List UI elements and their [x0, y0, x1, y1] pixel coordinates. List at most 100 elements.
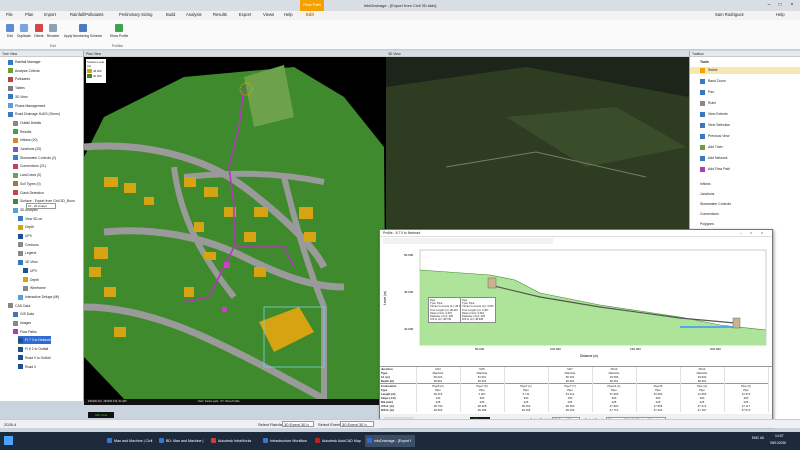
rename-button[interactable]: Rename [45, 24, 61, 41]
maximize-icon[interactable]: □ [776, 2, 784, 8]
toolbox-section[interactable]: Inflows [690, 181, 800, 188]
toolbox-section[interactable]: Stormwater Controls [690, 201, 800, 208]
menu-rainfall[interactable]: Rainfall/Pollutants [70, 12, 104, 17]
tool-previous-view[interactable]: Previous View [690, 133, 800, 140]
tree-item[interactable]: Images [13, 319, 31, 327]
manhole-icon[interactable] [222, 307, 227, 312]
close-icon[interactable]: × [788, 2, 796, 8]
tool-band-zoom[interactable]: Band Zoom [690, 78, 800, 85]
minimize-icon[interactable]: – [740, 230, 742, 237]
tree-item[interactable]: Flow Paths [13, 328, 37, 336]
tools-section[interactable]: Tools [690, 59, 800, 66]
taskbar-item[interactable]: BD: Man and Machine | [157, 435, 207, 447]
apply-numbering-button[interactable]: Apply Numbering Scheme [60, 24, 106, 41]
tree-item[interactable]: Clash Detection [13, 189, 44, 197]
tool-add-train[interactable]: Add Train [690, 144, 800, 151]
tree-item[interactable]: Depth [23, 276, 39, 284]
tree-item[interactable]: 3D View [18, 258, 38, 266]
tree-item[interactable]: Analysis Criteria [8, 67, 40, 75]
tree-item[interactable]: Outfall Details [13, 119, 41, 127]
tool-ruler[interactable]: Ruler [690, 100, 800, 107]
tool-add-network[interactable]: Add Network [690, 155, 800, 162]
view3d-pane[interactable]: 3D View [386, 51, 689, 231]
tree-item[interactable]: Stormwater Controls (2) [13, 154, 56, 162]
tree-item[interactable]: GIS Data [13, 310, 34, 318]
manhole-icon[interactable] [224, 262, 230, 268]
tool-pan[interactable]: Pan [690, 89, 800, 96]
menu-preliminary-sizing[interactable]: Preliminary Sizing [119, 12, 153, 17]
tool-select[interactable]: Select [690, 67, 800, 74]
table-cell[interactable]: 47.423 [636, 408, 681, 412]
tree-item[interactable]: UPV [23, 267, 37, 275]
plan-view-pane[interactable]: Plan View Surface Level (m) 48.000 40.00… [84, 51, 386, 405]
menu-edit[interactable]: Edit [306, 12, 314, 17]
tool-view-extents[interactable]: View Extents [690, 111, 800, 118]
profile-window[interactable]: Profile - 8.7 0 to Network – □ × Level (… [379, 229, 773, 426]
menu-export[interactable]: Export [239, 12, 251, 17]
tree-item[interactable]: Land Uses (0) [13, 171, 41, 179]
toolbox-section[interactable]: Connections [690, 211, 800, 218]
view3d-analysis-select[interactable]: 10 - 20 Analys [26, 203, 56, 209]
tree-item[interactable]: Phase Management [8, 102, 45, 110]
tree-item[interactable]: Junctions (20) [13, 145, 41, 153]
tree-item[interactable]: CAD Data [8, 302, 30, 310]
menu-build[interactable]: Build [166, 12, 175, 17]
tree-item[interactable]: Road 0 to Outfall [18, 354, 50, 362]
tree-item[interactable]: 3D View [8, 93, 28, 101]
view3d-scene[interactable] [386, 57, 689, 231]
table-cell[interactable]: 47.073 [724, 408, 769, 412]
tool-view-selection[interactable]: View Selection [690, 122, 800, 129]
menu-file[interactable]: File [6, 12, 13, 17]
profile-toolbar[interactable] [383, 238, 553, 244]
table-cell[interactable]: 48.100 [548, 408, 593, 412]
toolbox-section[interactable]: Junctions [690, 191, 800, 198]
tree-item[interactable]: Connections (21) [13, 162, 46, 170]
context-tab-flow-path[interactable]: Flow Path [300, 0, 324, 11]
tree-item[interactable]: Wireframe [23, 284, 46, 292]
tree-item[interactable]: Results [13, 128, 31, 136]
menu-import[interactable]: Import [44, 12, 56, 17]
table-cell[interactable]: 47.197 [680, 408, 725, 412]
tree-item[interactable]: Soil Types (0) [13, 180, 41, 188]
menu-help[interactable]: Help [284, 12, 293, 17]
table-cell[interactable]: 47.712 [592, 408, 637, 412]
help-link[interactable]: Help [776, 12, 785, 17]
rainfall-select[interactable]: 30 Event 30 h [282, 421, 314, 427]
tree-item[interactable]: Legend [18, 249, 36, 257]
show-profile-button[interactable]: Show Profile [108, 24, 130, 41]
close-icon[interactable]: × [761, 230, 763, 237]
menu-analysis[interactable]: Analysis [186, 12, 202, 17]
tree-item[interactable]: UPV [18, 232, 32, 240]
table-cell[interactable]: 48.156 [504, 408, 549, 412]
user-name[interactable]: Sam Rodriguez [715, 12, 744, 17]
tool-add-flow-path[interactable]: Add Flow Path [690, 166, 800, 173]
table-cell[interactable]: 48.189 [460, 408, 505, 412]
minimize-icon[interactable]: – [765, 2, 773, 8]
tree-item[interactable]: FI 7 0 to Network [18, 336, 51, 345]
plan-map[interactable] [84, 57, 386, 399]
tree-item[interactable]: Depth [18, 223, 34, 231]
taskbar-item[interactable]: InfoDrainage - [Export f [365, 435, 415, 447]
tree-item[interactable]: FI 6 2 to Outfall [18, 345, 48, 353]
tree-item[interactable]: Road Drainage SuDS (Storm) [8, 110, 60, 118]
tree-item[interactable]: Road 4 [18, 363, 36, 371]
taskbar-item[interactable]: Autodesk AutoCAD Map [313, 435, 363, 447]
taskbar-item[interactable]: Infrastructure Workflow [261, 435, 311, 447]
tree-item[interactable]: Interactive Deluge (MI) [18, 293, 59, 301]
menu-views[interactable]: Views [263, 12, 274, 17]
menu-results[interactable]: Results [213, 12, 227, 17]
taskbar-item[interactable]: Man and Machine | Civil [105, 435, 155, 447]
tree-item[interactable]: Tables [8, 84, 25, 92]
taskbar-item[interactable]: Autodesk InfraWorks [209, 435, 259, 447]
event-select[interactable]: 30 Event 30 h [340, 421, 374, 427]
start-icon[interactable] [4, 436, 13, 445]
tree-item[interactable]: Pollutants [8, 75, 30, 83]
duplicate-button[interactable]: Duplicate [16, 24, 32, 41]
table-cell[interactable]: 48.503 [416, 408, 461, 412]
maximize-icon[interactable]: □ [750, 230, 752, 237]
tree-item[interactable]: Rainfall Manager [8, 58, 41, 66]
tree-item[interactable]: Contours [18, 241, 39, 249]
tree-item[interactable]: Inflows (20) [13, 136, 38, 144]
menu-plan[interactable]: Plan [25, 12, 33, 17]
tree-item[interactable]: View 3D on [18, 215, 42, 223]
